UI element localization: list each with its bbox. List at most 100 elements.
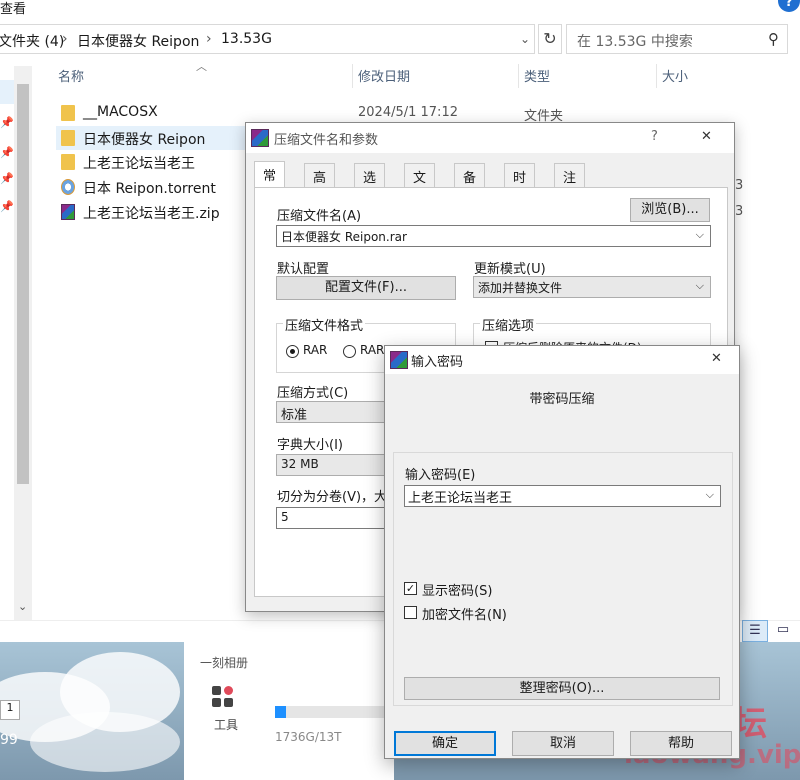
column-divider bbox=[656, 64, 657, 88]
chevron-down-icon[interactable]: ⌵ bbox=[696, 279, 704, 293]
tab-files[interactable]: 文件 bbox=[404, 163, 436, 205]
pin-icon: 📌 bbox=[0, 172, 14, 185]
file-name: __MACOSX bbox=[83, 104, 158, 120]
password-dialog-titlebar[interactable]: 输入密码 ✕ bbox=[385, 346, 739, 374]
file-name: 上老王论坛当老王 bbox=[83, 156, 195, 172]
file-name: 日本 Reipon.torrent bbox=[83, 181, 216, 197]
sort-ascending-icon: ︿ bbox=[196, 60, 207, 73]
update-mode-label: 更新模式(U) bbox=[474, 262, 546, 277]
update-mode-value[interactable]: 添加并替换文件 bbox=[478, 281, 562, 295]
show-password-checkbox[interactable]: ✓ bbox=[404, 582, 417, 595]
format-rar4-radio[interactable] bbox=[343, 345, 356, 358]
password-dialog: 输入密码 ✕ 带密码压缩 输入密码(E) 上老王论坛当老王 ⌵ ✓ 显示密码(S… bbox=[384, 345, 740, 759]
desktop-fragment-text: 99 bbox=[0, 732, 18, 748]
archive-name-value[interactable]: 日本便器女 Reipon.rar bbox=[281, 230, 407, 244]
storage-progress-bar bbox=[275, 706, 387, 718]
show-password-label[interactable]: 显示密码(S) bbox=[422, 580, 492, 599]
encrypt-filenames-checkbox[interactable] bbox=[404, 606, 417, 619]
dialog-titlebar[interactable]: 压缩文件名和参数 ? ✕ bbox=[246, 123, 734, 153]
column-divider bbox=[352, 64, 353, 88]
help-button[interactable]: 帮助 bbox=[630, 731, 732, 756]
scroll-down-icon[interactable]: ⌄ bbox=[18, 600, 27, 613]
desktop-fragment-box[interactable]: 1 bbox=[0, 700, 20, 720]
storage-text: 1736G/13T bbox=[275, 730, 342, 744]
password-input-label: 输入密码(E) bbox=[405, 468, 476, 483]
tools-label[interactable]: 工具 bbox=[214, 716, 238, 733]
storage-progress-fill bbox=[275, 706, 287, 718]
details-view-icon[interactable]: ☰ bbox=[742, 620, 768, 642]
file-date: 2024/5/1 17:12 bbox=[358, 105, 458, 120]
search-box[interactable]: 在 13.53G 中搜索 ⚲ bbox=[566, 24, 788, 54]
options-group-label: 压缩选项 bbox=[480, 315, 537, 334]
nav-selected-item[interactable] bbox=[0, 80, 14, 104]
organize-passwords-button[interactable]: 整理密码(O)... bbox=[404, 677, 720, 700]
torrent-file-icon bbox=[61, 179, 75, 195]
close-icon[interactable]: ✕ bbox=[711, 351, 722, 366]
partial-size-value: 3 bbox=[735, 178, 744, 193]
search-icon[interactable]: ⚲ bbox=[768, 30, 779, 48]
search-input[interactable]: 在 13.53G 中搜索 bbox=[577, 31, 693, 51]
browse-button[interactable]: 浏览(B)... bbox=[630, 198, 710, 222]
pin-icon: 📌 bbox=[0, 116, 14, 129]
folder-icon bbox=[61, 130, 75, 146]
breadcrumb-item-folders[interactable]: 文件夹 (4) bbox=[0, 31, 64, 51]
breadcrumb-separator-icon: › bbox=[62, 31, 68, 47]
column-divider bbox=[518, 64, 519, 88]
winrar-icon bbox=[390, 351, 408, 369]
close-icon[interactable]: ✕ bbox=[701, 129, 712, 144]
format-rar-label[interactable]: RAR bbox=[303, 343, 327, 357]
large-icons-view-icon[interactable]: ▭ bbox=[770, 620, 796, 642]
tab-options[interactable]: 选项 bbox=[354, 163, 386, 205]
format-group-label: 压缩文件格式 bbox=[283, 315, 366, 334]
dictionary-label: 字典大小(I) bbox=[277, 438, 343, 453]
photo-app-label[interactable]: 一刻相册 bbox=[200, 654, 248, 671]
split-label: 切分为分卷(V)，大小 bbox=[277, 490, 401, 505]
archive-name-label: 压缩文件名(A) bbox=[277, 209, 362, 224]
help-icon[interactable]: ? bbox=[651, 129, 658, 144]
column-header-size[interactable]: 大小 bbox=[662, 66, 688, 90]
pin-icon: 📌 bbox=[0, 146, 14, 159]
file-name: 上老王论坛当老王.zip bbox=[83, 206, 220, 222]
file-name: 日本便器女 Reipon bbox=[83, 132, 206, 148]
winrar-icon bbox=[251, 129, 269, 147]
refresh-icon[interactable]: ↻ bbox=[538, 24, 562, 54]
nav-scrollbar-thumb[interactable] bbox=[17, 84, 29, 484]
password-input[interactable]: 上老王论坛当老王 ⌵ bbox=[404, 485, 721, 507]
format-rar-radio[interactable] bbox=[286, 345, 299, 358]
cancel-button[interactable]: 取消 bbox=[512, 731, 614, 756]
method-label: 压缩方式(C) bbox=[277, 386, 349, 401]
window-title-fragment: 查看 bbox=[0, 2, 27, 17]
breadcrumb-separator-icon: › bbox=[206, 31, 212, 47]
dialog-title: 压缩文件名和参数 bbox=[274, 133, 379, 148]
password-value[interactable]: 上老王论坛当老王 bbox=[408, 491, 512, 506]
folder-icon bbox=[61, 105, 75, 121]
archive-name-combobox[interactable]: 日本便器女 Reipon.rar ⌵ bbox=[276, 225, 711, 247]
tab-comment[interactable]: 注释 bbox=[554, 163, 586, 205]
explorer-top-strip: 查看 bbox=[0, 0, 800, 17]
tab-general[interactable]: 常规 bbox=[254, 161, 286, 203]
partial-size-value: 3 bbox=[735, 204, 744, 219]
column-header-date[interactable]: 修改日期 bbox=[358, 66, 410, 90]
breadcrumb-item-current[interactable]: 13.53G bbox=[221, 31, 272, 47]
profiles-button[interactable]: 配置文件(F)... bbox=[276, 276, 456, 300]
ok-button[interactable]: 确定 bbox=[394, 731, 496, 756]
winrar-archive-icon bbox=[61, 204, 75, 220]
password-dialog-title: 输入密码 bbox=[411, 355, 464, 370]
address-dropdown-icon[interactable]: ⌄ bbox=[520, 32, 530, 46]
tab-advanced[interactable]: 高级 bbox=[304, 163, 336, 205]
folder-icon bbox=[61, 154, 75, 170]
breadcrumb-item-parent[interactable]: 日本便器女 Reipon bbox=[77, 31, 199, 51]
default-profile-label: 默认配置 bbox=[277, 262, 330, 277]
tab-backup[interactable]: 备份 bbox=[454, 163, 486, 205]
chevron-down-icon[interactable]: ⌵ bbox=[706, 488, 714, 502]
chevron-down-icon[interactable]: ⌵ bbox=[696, 228, 704, 242]
pin-icon: 📌 bbox=[0, 200, 14, 213]
tools-icon[interactable] bbox=[212, 686, 234, 708]
column-header-type[interactable]: 类型 bbox=[524, 66, 550, 90]
update-mode-select[interactable]: 添加并替换文件 ⌵ bbox=[473, 276, 711, 298]
column-header-name[interactable]: 名称 bbox=[58, 66, 84, 90]
tab-time[interactable]: 时间 bbox=[504, 163, 536, 205]
encrypt-filenames-label[interactable]: 加密文件名(N) bbox=[422, 604, 507, 623]
password-heading: 带密码压缩 bbox=[529, 392, 595, 407]
address-bar[interactable]: 文件夹 (4) › 日本便器女 Reipon › 13.53G ⌄ bbox=[0, 24, 535, 54]
